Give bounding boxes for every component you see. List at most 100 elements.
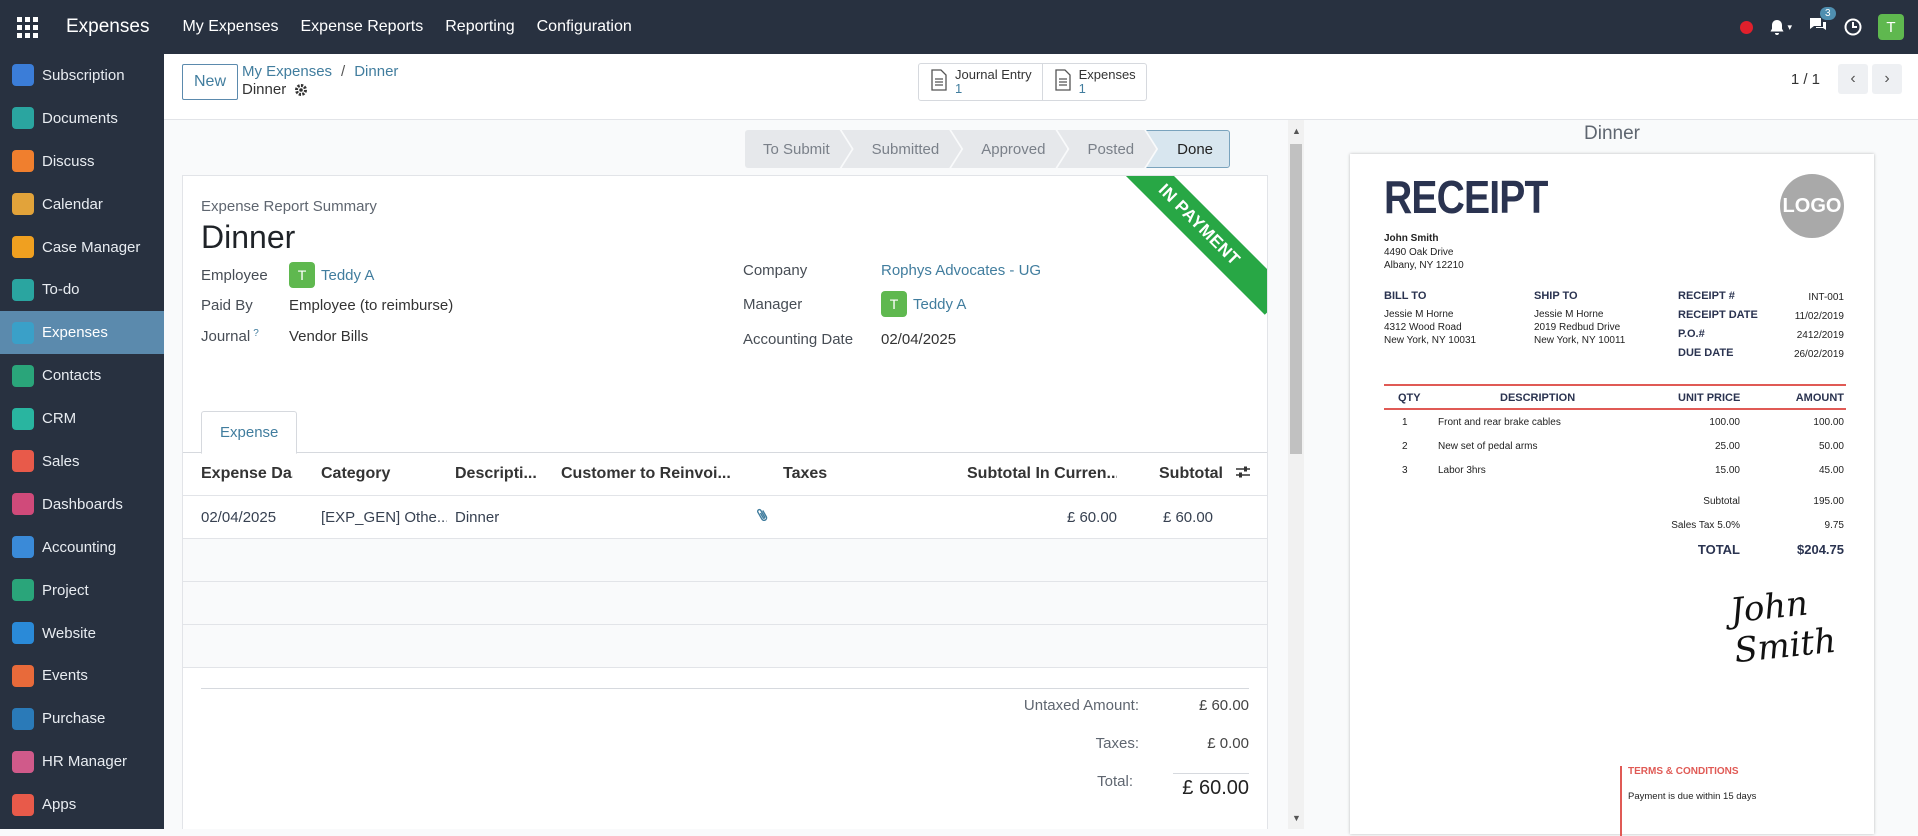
tab-expense[interactable]: Expense — [201, 411, 298, 454]
sidebar-item-hr-manager[interactable]: HR Manager — [0, 740, 164, 783]
col-category[interactable]: Category — [321, 465, 421, 483]
sidebar-item-documents[interactable]: Documents — [0, 97, 164, 140]
sidebar-item-sales[interactable]: Sales — [0, 440, 164, 483]
breadcrumb-separator: / — [341, 63, 346, 80]
signature: John Smith — [1728, 583, 1838, 672]
sidebar-item-project[interactable]: Project — [0, 569, 164, 612]
app-menu-grid-icon[interactable] — [0, 0, 54, 54]
sidebar-item-contacts[interactable]: Contacts — [0, 354, 164, 397]
line-price: 100.00 — [1709, 417, 1740, 428]
col-customer-reinvoice[interactable]: Customer to Reinvoi... — [561, 465, 731, 483]
stage-done[interactable]: Done — [1146, 130, 1230, 168]
menu-my-expenses[interactable]: My Expenses — [171, 18, 289, 36]
journal-entry-smart-button[interactable]: Journal Entry 1 — [919, 64, 1043, 100]
breadcrumb-my-expenses[interactable]: My Expenses — [242, 63, 332, 80]
employee-value[interactable]: Teddy A — [321, 267, 374, 284]
optional-columns-icon[interactable] — [1235, 465, 1257, 484]
company-field: Company Rophys Advocates - UG — [743, 262, 1041, 279]
receipt-from-addr1: 4490 Oak Drive — [1384, 247, 1454, 258]
sidebar-item-to-do[interactable]: To-do — [0, 268, 164, 311]
sidebar-item-expenses[interactable]: Expenses — [0, 311, 164, 355]
cell-subtotal-currency: £ 60.00 — [1066, 508, 1117, 526]
stage-approved[interactable]: Approved — [951, 130, 1067, 168]
receipt-image[interactable]: RECEIPT LOGO John Smith 4490 Oak Drive A… — [1350, 154, 1874, 836]
chat-icon[interactable]: 3 — [1808, 7, 1836, 38]
sidebar-item-accounting[interactable]: Accounting — [0, 526, 164, 569]
sidebar-item-label: Contacts — [42, 367, 102, 385]
clock-icon[interactable] — [1844, 18, 1862, 36]
sales-icon — [12, 450, 34, 473]
sidebar-item-label: Discuss — [42, 152, 95, 170]
sidebar-item-website[interactable]: Website — [0, 612, 164, 655]
new-button[interactable]: New — [182, 64, 238, 100]
sidebar-item-crm[interactable]: CRM — [0, 397, 164, 440]
table-row[interactable]: 02/04/2025 [EXP_GEN] Othe... Dinner £ 60… — [183, 496, 1267, 539]
terms-section: TERMS & CONDITIONS Payment is due within… — [1620, 766, 1756, 836]
pager-value[interactable]: 1 / 1 — [1791, 71, 1820, 88]
breadcrumb-dinner[interactable]: Dinner — [354, 63, 398, 80]
form-sheet: IN PAYMENT Expense Report Summary Dinner… — [182, 175, 1268, 829]
bill-name: Jessie M Horne — [1384, 309, 1454, 320]
scroll-up-arrow-icon[interactable]: ▲ — [1292, 126, 1301, 136]
totals-summary: Untaxed Amount: £ 60.00 Taxes: £ 0.00 To… — [201, 688, 1249, 799]
user-avatar[interactable]: T — [1878, 14, 1904, 40]
company-value[interactable]: Rophys Advocates - UG — [881, 262, 1041, 279]
col-qty: QTY — [1398, 392, 1421, 404]
receipt-divider — [1384, 384, 1846, 386]
app-brand[interactable]: Expenses — [66, 16, 149, 38]
manager-value[interactable]: Teddy A — [913, 296, 966, 313]
attachment-paperclip-icon[interactable] — [757, 507, 769, 527]
sidebar-item-subscription[interactable]: Subscription — [0, 54, 164, 97]
menu-expense-reports[interactable]: Expense Reports — [290, 18, 435, 36]
bell-icon[interactable]: ▾ — [1769, 19, 1792, 36]
col-expense-date[interactable]: Expense Da... — [201, 465, 293, 483]
cell-subtotal: £ 60.00 — [1162, 508, 1213, 526]
journal-entry-label: Journal Entry — [955, 67, 1032, 82]
taxes-label: Taxes: — [1095, 735, 1139, 752]
sidebar-item-calendar[interactable]: Calendar — [0, 183, 164, 226]
expenses-label: Expenses — [1078, 67, 1136, 82]
receipt-from-addr2: Albany, NY 12210 — [1384, 260, 1464, 271]
stage-submitted[interactable]: Submitted — [842, 130, 962, 168]
journal-value[interactable]: Vendor Bills — [289, 328, 368, 345]
help-icon[interactable]: ? — [253, 328, 259, 339]
col-description[interactable]: Descripti... — [455, 465, 539, 483]
pager-previous-icon[interactable]: ‹ — [1838, 64, 1868, 94]
stage-to-submit[interactable]: To Submit — [745, 130, 852, 168]
form-scrollbar[interactable]: ▲ ▼ — [1288, 120, 1304, 829]
sidebar-item-events[interactable]: Events — [0, 654, 164, 697]
scroll-down-arrow-icon[interactable]: ▼ — [1292, 813, 1301, 823]
line-amount: 100.00 — [1813, 417, 1844, 428]
sidebar-item-discuss[interactable]: Discuss — [0, 140, 164, 183]
receipt-heading: RECEIPT — [1384, 171, 1548, 223]
accounting-date-value[interactable]: 02/04/2025 — [881, 331, 956, 348]
expenses-smart-button[interactable]: Expenses 1 — [1043, 64, 1146, 100]
menu-configuration[interactable]: Configuration — [526, 18, 643, 36]
page-title[interactable]: Dinner — [201, 219, 295, 256]
sidebar-item-case-manager[interactable]: Case Manager — [0, 226, 164, 269]
accounting-date-field: Accounting Date 02/04/2025 — [743, 331, 956, 348]
col-receipt-description: DESCRIPTION — [1500, 392, 1576, 404]
sidebar-item-dashboards[interactable]: Dashboards — [0, 483, 164, 526]
col-subtotal[interactable]: Subtotal — [1133, 465, 1223, 483]
menu-reporting[interactable]: Reporting — [434, 18, 525, 36]
sidebar-item-purchase[interactable]: Purchase — [0, 697, 164, 740]
crm-icon — [12, 407, 34, 430]
apps-icon — [12, 793, 34, 816]
sidebar-item-label: CRM — [42, 410, 77, 428]
sidebar-item-label: Expenses — [42, 324, 108, 342]
document-icon — [1054, 69, 1071, 95]
pager-next-icon[interactable]: › — [1872, 64, 1902, 94]
bill-addr2: New York, NY 10031 — [1384, 335, 1477, 346]
taxes-value: £ 0.00 — [1207, 735, 1249, 752]
record-name: Dinner — [242, 81, 287, 98]
receipt-total-label: TOTAL — [1697, 542, 1740, 557]
scrollbar-thumb[interactable] — [1290, 144, 1302, 454]
recording-indicator-icon[interactable] — [1740, 20, 1754, 34]
paid-by-value[interactable]: Employee (to reimburse) — [289, 297, 453, 314]
stage-posted[interactable]: Posted — [1057, 130, 1156, 168]
sidebar-item-apps[interactable]: Apps — [0, 783, 164, 826]
col-taxes[interactable]: Taxes — [783, 465, 843, 483]
col-subtotal-currency[interactable]: Subtotal In Curren... — [967, 465, 1117, 483]
gear-icon[interactable] — [294, 83, 308, 97]
